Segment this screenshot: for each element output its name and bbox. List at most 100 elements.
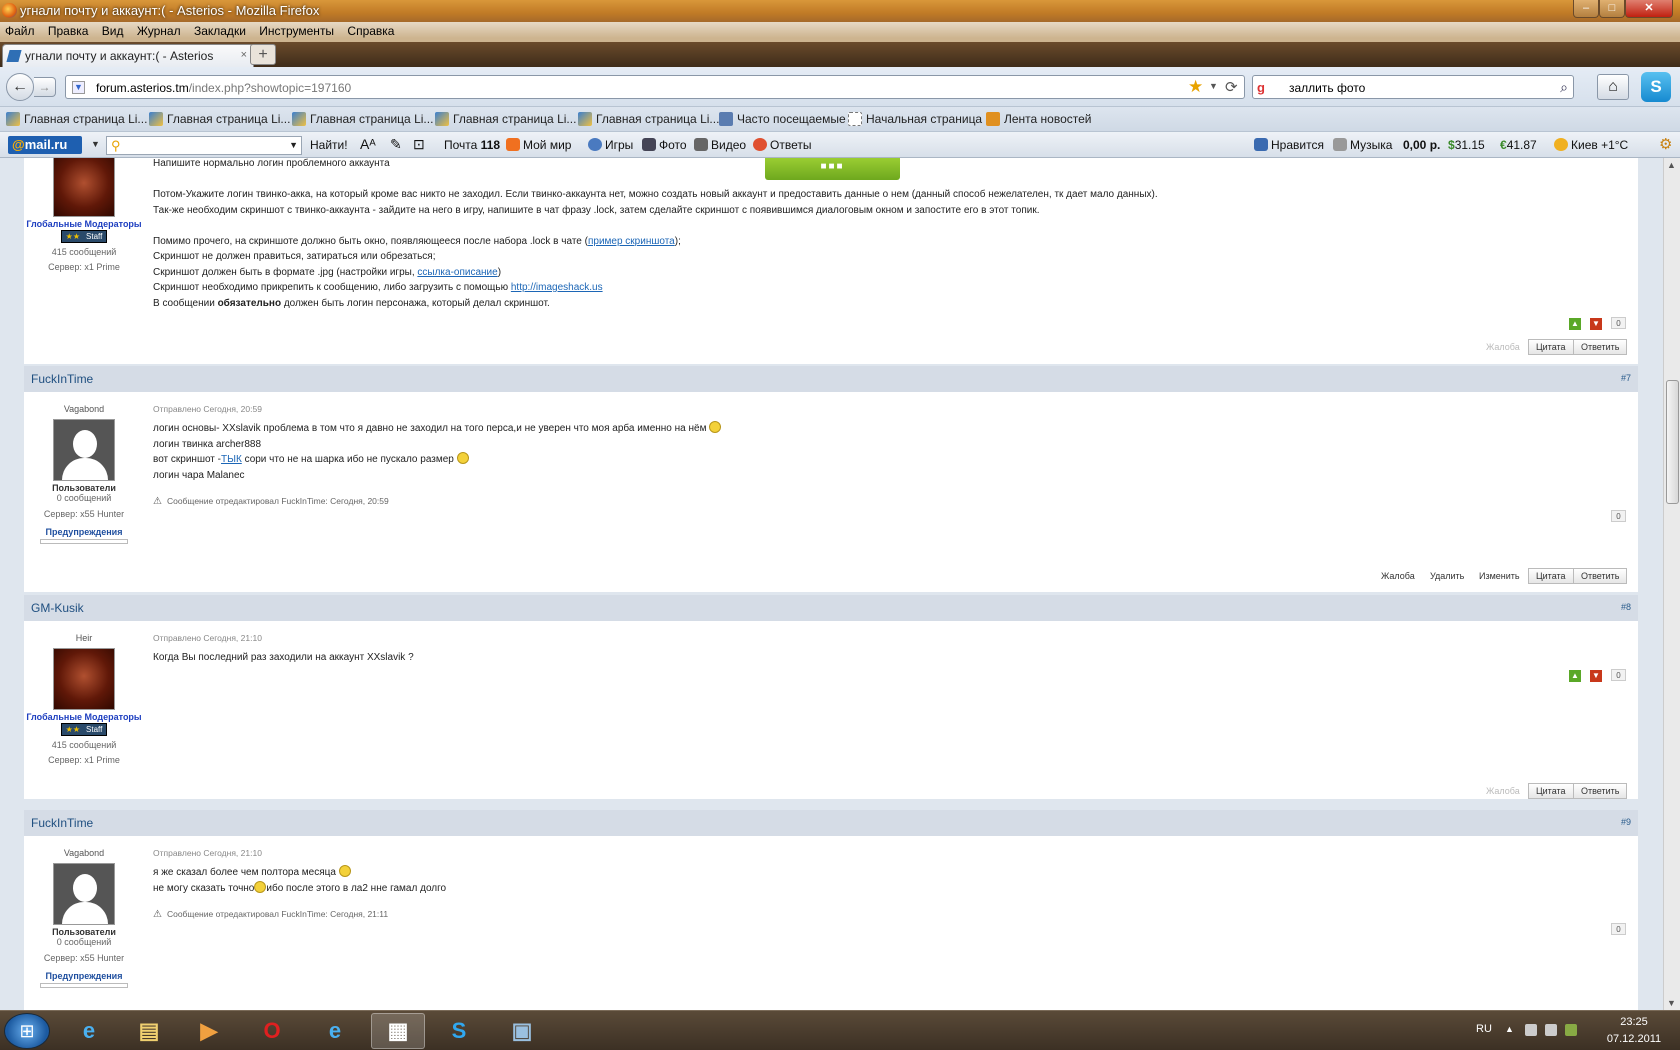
delete-link[interactable]: Удалить: [1430, 571, 1464, 581]
mailru-logo[interactable]: @mail.ru: [8, 136, 82, 154]
search-bar[interactable]: g заллить фото ⌕: [1252, 75, 1574, 99]
taskbar-explorer-icon[interactable]: ▤: [122, 1013, 176, 1049]
taskbar-ie-icon[interactable]: e: [62, 1013, 116, 1049]
bookmark-liveinternet-2[interactable]: Главная страница Li...: [149, 112, 290, 126]
back-button[interactable]: ←: [6, 73, 34, 101]
reply-button[interactable]: Ответить: [1573, 339, 1628, 355]
rep-down-button[interactable]: ▼: [1590, 318, 1602, 330]
new-tab-button[interactable]: +: [250, 44, 276, 65]
tray-app-icon[interactable]: [1565, 1024, 1577, 1036]
post-number[interactable]: #7: [1621, 373, 1631, 383]
screenshot-example-link[interactable]: пример скриншота: [588, 236, 675, 247]
edit-link[interactable]: Изменить: [1479, 571, 1520, 581]
mailru-search-input[interactable]: ⚲ ▼: [106, 136, 302, 155]
page-scrollbar[interactable]: ▲ ▼: [1663, 158, 1680, 1010]
warnings-link[interactable]: Предупреждения: [24, 971, 144, 981]
bookmark-liveinternet-4[interactable]: Главная страница Li...: [435, 112, 576, 126]
avatar[interactable]: [53, 158, 115, 217]
google-icon[interactable]: g: [1257, 80, 1265, 95]
url-bar[interactable]: ▼ forum.asterios.tm/index.php?showtopic=…: [65, 75, 1245, 99]
reload-icon[interactable]: ⟳: [1225, 78, 1238, 96]
bookmark-most-visited[interactable]: Часто посещаемые: [719, 112, 846, 126]
clock-date[interactable]: 07.12.2011: [1599, 1033, 1669, 1045]
avatar[interactable]: [53, 648, 115, 710]
url-dropdown-icon[interactable]: ▼: [1209, 81, 1218, 91]
mailru-photo-link[interactable]: Фото: [642, 138, 687, 152]
menu-bookmarks[interactable]: Закладки: [189, 22, 251, 40]
bookmark-star-icon[interactable]: ★: [1188, 77, 1203, 97]
bookmark-liveinternet-5[interactable]: Главная страница Li...: [578, 112, 719, 126]
warnings-link[interactable]: Предупреждения: [24, 527, 144, 537]
avatar[interactable]: [53, 863, 115, 925]
maximize-button[interactable]: □: [1599, 0, 1625, 18]
url-text[interactable]: forum.asterios.tm/index.php?showtopic=19…: [96, 81, 351, 95]
taskbar-ie2-icon[interactable]: e: [308, 1013, 362, 1049]
menu-history[interactable]: Журнал: [132, 22, 186, 40]
minimize-button[interactable]: ‒: [1573, 0, 1599, 18]
highlighter-icon[interactable]: ✎: [390, 136, 402, 153]
post-author[interactable]: FuckInTime: [31, 816, 93, 830]
report-link[interactable]: Жалоба: [1486, 786, 1520, 796]
search-input[interactable]: заллить фото: [1289, 81, 1365, 95]
avatar[interactable]: [53, 419, 115, 481]
mailru-video-link[interactable]: Видео: [694, 138, 746, 152]
post-author[interactable]: FuckInTime: [31, 372, 93, 386]
mailru-menu-icon[interactable]: ▼: [91, 139, 100, 149]
eur-rate[interactable]: €41.87: [1500, 138, 1537, 152]
scroll-down-icon[interactable]: ▼: [1667, 998, 1676, 1008]
mailru-myworld-link[interactable]: Мой мир: [506, 138, 571, 152]
menu-edit[interactable]: Правка: [43, 22, 94, 40]
reply-button[interactable]: Ответить: [1573, 783, 1628, 799]
mailru-music-link[interactable]: Музыка: [1333, 138, 1392, 152]
skype-icon[interactable]: S: [1641, 72, 1671, 102]
menu-view[interactable]: Вид: [97, 22, 129, 40]
network-icon[interactable]: [1525, 1024, 1537, 1036]
usd-rate[interactable]: $31.15: [1448, 138, 1485, 152]
bookmark-liveinternet-3[interactable]: Главная страница Li...: [292, 112, 433, 126]
clock-time[interactable]: 23:25: [1599, 1016, 1669, 1028]
quote-button[interactable]: Цитата: [1528, 568, 1574, 584]
mailru-games-link[interactable]: Игры: [588, 138, 633, 152]
report-link[interactable]: Жалоба: [1381, 571, 1415, 581]
quote-button[interactable]: Цитата: [1528, 783, 1574, 799]
volume-icon[interactable]: [1545, 1024, 1557, 1036]
imageshack-link[interactable]: http://imageshack.us: [511, 282, 603, 293]
mailru-find-button[interactable]: Найти!: [310, 138, 348, 152]
language-indicator[interactable]: RU: [1476, 1023, 1492, 1035]
site-identity-icon[interactable]: ▼: [72, 81, 85, 94]
search-icon[interactable]: ⌕: [1560, 79, 1568, 96]
chevron-down-icon[interactable]: ▼: [289, 140, 298, 150]
bookmark-liveinternet-1[interactable]: Главная страница Li...: [6, 112, 147, 126]
screenshot-link[interactable]: ТЫК: [221, 454, 242, 465]
taskbar-picture-viewer-icon[interactable]: ▣: [495, 1013, 549, 1049]
font-size-icon[interactable]: Aᴬ: [360, 136, 376, 152]
bookmark-start-page[interactable]: Начальная страница: [848, 112, 982, 126]
mailru-balance[interactable]: 0,00 р.: [1403, 138, 1440, 152]
close-window-button[interactable]: ✕: [1625, 0, 1673, 18]
rep-up-button[interactable]: ▲: [1569, 318, 1581, 330]
mailru-answers-link[interactable]: Ответы: [753, 138, 811, 152]
description-link[interactable]: ссылка-описание: [417, 267, 497, 278]
taskbar-media-app-icon[interactable]: ▦: [371, 1013, 425, 1049]
mailru-mail-link[interactable]: Почта 118: [444, 138, 500, 152]
tab-close-icon[interactable]: ×: [241, 49, 247, 61]
post-number[interactable]: #9: [1621, 817, 1631, 827]
bookmark-news-feed[interactable]: Лента новостей: [986, 112, 1092, 126]
start-button[interactable]: ⊞: [4, 1013, 50, 1049]
tray-expand-icon[interactable]: ▲: [1505, 1024, 1517, 1036]
scrollbar-thumb[interactable]: [1666, 380, 1679, 504]
magnifier-icon[interactable]: ⊡: [413, 136, 425, 153]
post-number[interactable]: #8: [1621, 602, 1631, 612]
taskbar-skype-icon[interactable]: S: [432, 1013, 486, 1049]
settings-gear-icon[interactable]: ⚙: [1659, 135, 1672, 153]
menu-tools[interactable]: Инструменты: [254, 22, 339, 40]
rep-down-button[interactable]: ▼: [1590, 670, 1602, 682]
post-author[interactable]: GM-Kusik: [31, 601, 84, 615]
forward-button[interactable]: →: [34, 77, 56, 97]
mailru-like-button[interactable]: Нравится: [1254, 138, 1324, 152]
quote-button[interactable]: Цитата: [1528, 339, 1574, 355]
reply-button[interactable]: Ответить: [1573, 568, 1628, 584]
report-link[interactable]: Жалоба: [1486, 342, 1520, 352]
weather-widget[interactable]: Киев +1°С: [1554, 138, 1628, 152]
home-button[interactable]: ⌂: [1597, 74, 1629, 100]
